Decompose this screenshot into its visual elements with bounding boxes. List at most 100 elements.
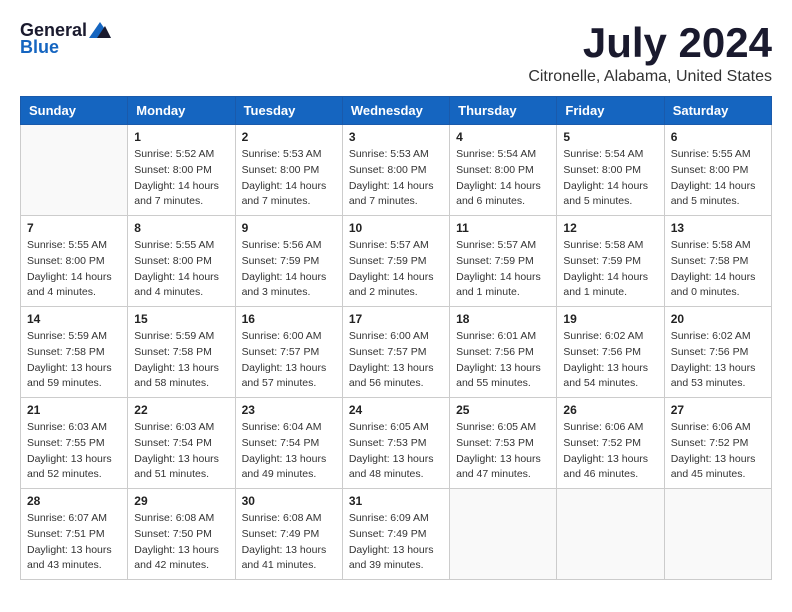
day-detail: Sunrise: 5:53 AMSunset: 8:00 PMDaylight:…	[349, 147, 443, 210]
daylight-text: Daylight: 13 hours and 39 minutes.	[349, 543, 443, 575]
calendar-cell: 27 Sunrise: 6:06 AMSunset: 7:52 PMDayligh…	[664, 398, 771, 489]
day-detail: Sunrise: 6:02 AMSunset: 7:56 PMDaylight:…	[563, 329, 657, 392]
day-number: 27	[671, 403, 765, 417]
sunset-text: Sunset: 7:59 PM	[349, 254, 443, 270]
day-number: 10	[349, 221, 443, 235]
sunset-text: Sunset: 7:53 PM	[456, 436, 550, 452]
sunset-text: Sunset: 7:56 PM	[563, 345, 657, 361]
daylight-text: Daylight: 14 hours and 7 minutes.	[242, 179, 336, 211]
sunrise-text: Sunrise: 5:55 AM	[27, 238, 121, 254]
daylight-text: Daylight: 13 hours and 54 minutes.	[563, 361, 657, 393]
sunset-text: Sunset: 7:53 PM	[349, 436, 443, 452]
daylight-text: Daylight: 13 hours and 49 minutes.	[242, 452, 336, 484]
week-row-2: 7Sunrise: 5:55 AMSunset: 8:00 PMDaylight…	[21, 216, 772, 307]
column-header-tuesday: Tuesday	[235, 97, 342, 125]
day-number: 3	[349, 130, 443, 144]
day-number: 25	[456, 403, 550, 417]
sunset-text: Sunset: 7:58 PM	[134, 345, 228, 361]
sunset-text: Sunset: 7:59 PM	[563, 254, 657, 270]
calendar-cell: 30 Sunrise: 6:08 AMSunset: 7:49 PMDayligh…	[235, 489, 342, 580]
day-detail: Sunrise: 6:06 AMSunset: 7:52 PMDaylight:…	[671, 420, 765, 483]
day-number: 6	[671, 130, 765, 144]
day-detail: Sunrise: 6:01 AMSunset: 7:56 PMDaylight:…	[456, 329, 550, 392]
daylight-text: Daylight: 13 hours and 48 minutes.	[349, 452, 443, 484]
calendar-cell: 9Sunrise: 5:56 AMSunset: 7:59 PMDaylight…	[235, 216, 342, 307]
sunrise-text: Sunrise: 5:59 AM	[134, 329, 228, 345]
day-detail: Sunrise: 5:58 AMSunset: 7:59 PMDaylight:…	[563, 238, 657, 301]
daylight-text: Daylight: 14 hours and 5 minutes.	[563, 179, 657, 211]
sunrise-text: Sunrise: 6:08 AM	[242, 511, 336, 527]
sunset-text: Sunset: 7:57 PM	[242, 345, 336, 361]
sunrise-text: Sunrise: 5:58 AM	[671, 238, 765, 254]
column-header-friday: Friday	[557, 97, 664, 125]
day-number: 30	[242, 494, 336, 508]
day-number: 12	[563, 221, 657, 235]
sunrise-text: Sunrise: 6:04 AM	[242, 420, 336, 436]
calendar-cell: 31Sunrise: 6:09 AMSunset: 7:49 PMDayligh…	[342, 489, 449, 580]
day-number: 16	[242, 312, 336, 326]
sunrise-text: Sunrise: 5:57 AM	[456, 238, 550, 254]
daylight-text: Daylight: 13 hours and 53 minutes.	[671, 361, 765, 393]
day-number: 29	[134, 494, 228, 508]
sunset-text: Sunset: 7:59 PM	[456, 254, 550, 270]
day-detail: Sunrise: 6:08 AMSunset: 7:49 PMDaylight:…	[242, 511, 336, 574]
calendar-cell: 25Sunrise: 6:05 AMSunset: 7:53 PMDayligh…	[450, 398, 557, 489]
day-detail: Sunrise: 6:06 AMSunset: 7:52 PMDaylight:…	[563, 420, 657, 483]
sunset-text: Sunset: 8:00 PM	[671, 163, 765, 179]
sunrise-text: Sunrise: 5:52 AM	[134, 147, 228, 163]
subtitle: Citronelle, Alabama, United States	[528, 68, 772, 86]
day-detail: Sunrise: 5:59 AMSunset: 7:58 PMDaylight:…	[27, 329, 121, 392]
calendar-cell: 12 Sunrise: 5:58 AMSunset: 7:59 PMDayligh…	[557, 216, 664, 307]
logo-icon	[89, 22, 111, 38]
column-header-thursday: Thursday	[450, 97, 557, 125]
daylight-text: Daylight: 14 hours and 1 minute.	[563, 270, 657, 302]
day-number: 21	[27, 403, 121, 417]
sunset-text: Sunset: 8:00 PM	[134, 254, 228, 270]
day-number: 14	[27, 312, 121, 326]
day-number: 28	[27, 494, 121, 508]
day-detail: Sunrise: 6:08 AMSunset: 7:50 PMDaylight:…	[134, 511, 228, 574]
daylight-text: Daylight: 13 hours and 59 minutes.	[27, 361, 121, 393]
sunset-text: Sunset: 8:00 PM	[242, 163, 336, 179]
day-detail: Sunrise: 5:56 AMSunset: 7:59 PMDaylight:…	[242, 238, 336, 301]
day-number: 17	[349, 312, 443, 326]
day-detail: Sunrise: 6:04 AMSunset: 7:54 PMDaylight:…	[242, 420, 336, 483]
main-title: July 2024	[528, 20, 772, 66]
daylight-text: Daylight: 13 hours and 46 minutes.	[563, 452, 657, 484]
page-header: General Blue July 2024 Citronelle, Alaba…	[20, 20, 772, 86]
title-area: July 2024 Citronelle, Alabama, United St…	[528, 20, 772, 86]
sunrise-text: Sunrise: 6:05 AM	[456, 420, 550, 436]
calendar-cell: 7 Sunrise: 5:55 AMSunset: 8:00 PMDaylight…	[21, 216, 128, 307]
sunset-text: Sunset: 8:00 PM	[563, 163, 657, 179]
sunset-text: Sunset: 7:56 PM	[456, 345, 550, 361]
sunrise-text: Sunrise: 6:07 AM	[27, 511, 121, 527]
calendar-cell	[664, 489, 771, 580]
day-number: 15	[134, 312, 228, 326]
daylight-text: Daylight: 14 hours and 7 minutes.	[134, 179, 228, 211]
sunset-text: Sunset: 8:00 PM	[456, 163, 550, 179]
day-number: 2	[242, 130, 336, 144]
sunrise-text: Sunrise: 6:02 AM	[563, 329, 657, 345]
day-detail: Sunrise: 5:54 AMSunset: 8:00 PMDaylight:…	[563, 147, 657, 210]
day-detail: Sunrise: 5:53 AMSunset: 8:00 PMDaylight:…	[242, 147, 336, 210]
sunrise-text: Sunrise: 5:53 AM	[242, 147, 336, 163]
day-detail: Sunrise: 6:02 AMSunset: 7:56 PMDaylight:…	[671, 329, 765, 392]
sunrise-text: Sunrise: 6:01 AM	[456, 329, 550, 345]
calendar-cell: 1Sunrise: 5:52 AMSunset: 8:00 PMDaylight…	[128, 125, 235, 216]
sunrise-text: Sunrise: 6:02 AM	[671, 329, 765, 345]
sunrise-text: Sunrise: 6:03 AM	[27, 420, 121, 436]
sunset-text: Sunset: 7:55 PM	[27, 436, 121, 452]
sunrise-text: Sunrise: 5:56 AM	[242, 238, 336, 254]
daylight-text: Daylight: 13 hours and 52 minutes.	[27, 452, 121, 484]
day-detail: Sunrise: 5:57 AMSunset: 7:59 PMDaylight:…	[456, 238, 550, 301]
calendar-cell: 26Sunrise: 6:06 AMSunset: 7:52 PMDayligh…	[557, 398, 664, 489]
daylight-text: Daylight: 13 hours and 51 minutes.	[134, 452, 228, 484]
day-detail: Sunrise: 5:55 AMSunset: 8:00 PMDaylight:…	[27, 238, 121, 301]
day-detail: Sunrise: 6:03 AMSunset: 7:54 PMDaylight:…	[134, 420, 228, 483]
sunrise-text: Sunrise: 5:59 AM	[27, 329, 121, 345]
calendar-cell: 24Sunrise: 6:05 AMSunset: 7:53 PMDayligh…	[342, 398, 449, 489]
day-number: 31	[349, 494, 443, 508]
daylight-text: Daylight: 14 hours and 4 minutes.	[134, 270, 228, 302]
day-number: 7	[27, 221, 121, 235]
calendar-cell: 29 Sunrise: 6:08 AMSunset: 7:50 PMDayligh…	[128, 489, 235, 580]
